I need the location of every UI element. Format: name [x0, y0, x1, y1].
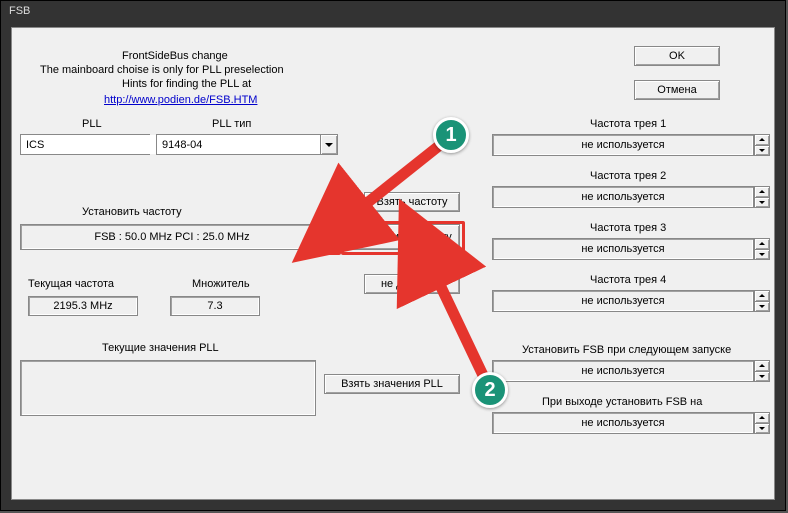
spin-down-icon[interactable]: [324, 237, 340, 251]
tray2-spinner[interactable]: [754, 186, 770, 208]
tray3-spinner[interactable]: [754, 238, 770, 260]
exit-fsb-label: При выходе установить FSB на: [542, 396, 702, 408]
tray4-value: не используется: [492, 290, 754, 312]
pll-combo[interactable]: [20, 134, 150, 155]
header-line1: FrontSideBus change: [122, 50, 228, 62]
pll-combo-value[interactable]: [21, 135, 173, 154]
ok-button[interactable]: OK: [634, 46, 720, 66]
header-line3: Hints for finding the PLL at: [122, 78, 251, 90]
fsb-value-field: FSB : 50.0 MHz PCI : 25.0 MHz: [20, 224, 324, 250]
cancel-button[interactable]: Отмена: [634, 80, 720, 100]
cur-freq-label: Текущая частота: [28, 278, 114, 290]
tray2-value: не используется: [492, 186, 754, 208]
set-freq-label: Установить частоту: [82, 206, 182, 218]
exit-fsb-value: не используется: [492, 412, 754, 434]
tray1-value: не используется: [492, 134, 754, 156]
chevron-down-icon[interactable]: [320, 135, 337, 154]
cur-pll-label: Текущие значения PLL: [102, 342, 219, 354]
get-pll-button[interactable]: Взять значения PLL: [324, 374, 460, 394]
tray2-label: Частота трея 2: [590, 170, 666, 182]
multiplier-label: Множитель: [192, 278, 250, 290]
multiplier-value: 7.3: [170, 296, 260, 316]
cur-freq-value: 2195.3 MHz: [28, 296, 138, 316]
pll-type-combo[interactable]: [156, 134, 338, 155]
boot-fsb-value: не используется: [492, 360, 754, 382]
pll-type-combo-value[interactable]: [157, 135, 320, 154]
header-line2: The mainboard choise is only for PLL pre…: [40, 64, 284, 76]
tray1-spinner[interactable]: [754, 134, 770, 156]
boot-fsb-spinner[interactable]: [754, 360, 770, 382]
tray4-spinner[interactable]: [754, 290, 770, 312]
set-frequency-button[interactable]: Установить частоту: [344, 224, 460, 250]
get-frequency-button[interactable]: Взять частоту: [364, 192, 460, 212]
tray1-label: Частота трея 1: [590, 118, 666, 130]
fsb-spinner[interactable]: [324, 224, 340, 250]
pll-label: PLL: [82, 118, 102, 130]
not-available-button[interactable]: не доступно: [364, 274, 460, 294]
window-title: FSB: [9, 5, 30, 17]
cur-pll-field: [20, 360, 316, 416]
header-link[interactable]: http://www.podien.de/FSB.HTM: [104, 94, 257, 106]
tray4-label: Частота трея 4: [590, 274, 666, 286]
boot-fsb-label: Установить FSB при следующем запуске: [522, 344, 731, 356]
pll-type-label: PLL тип: [212, 118, 251, 130]
exit-fsb-spinner[interactable]: [754, 412, 770, 434]
spin-up-icon[interactable]: [324, 224, 340, 237]
tray3-value: не используется: [492, 238, 754, 260]
tray3-label: Частота трея 3: [590, 222, 666, 234]
